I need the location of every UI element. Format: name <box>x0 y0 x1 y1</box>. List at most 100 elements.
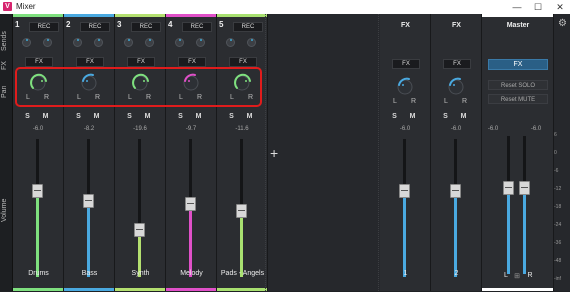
send-knob-icon[interactable] <box>196 38 205 47</box>
send-knob-icon[interactable] <box>94 38 103 47</box>
scale-tick-label: -12 <box>554 186 562 192</box>
mute-button[interactable]: M <box>245 112 254 121</box>
solo-button[interactable]: S <box>176 112 185 121</box>
scale-tick-label: -6 <box>554 168 559 174</box>
add-channel-button[interactable]: + <box>270 145 278 161</box>
maximize-button[interactable]: ☐ <box>531 1 545 13</box>
mute-button[interactable]: M <box>459 112 468 121</box>
master-label-l: L <box>504 272 508 279</box>
master-fader-track-l[interactable] <box>507 136 510 274</box>
fader-track[interactable] <box>454 139 457 277</box>
pan-right-label: R <box>462 98 468 105</box>
solo-button[interactable]: S <box>23 112 32 121</box>
mixer-panel: Sends FX Pan Volume 1 REC FX L R S M -6.0 Drums 2… <box>0 14 570 291</box>
send-knob-icon[interactable] <box>43 38 52 47</box>
close-button[interactable]: ✕ <box>553 1 567 13</box>
minimize-button[interactable]: — <box>510 1 524 13</box>
volume-fader[interactable] <box>83 194 94 208</box>
solo-button[interactable]: S <box>441 112 450 121</box>
channel-name[interactable]: Bass <box>64 270 115 277</box>
level-fill <box>36 191 39 277</box>
solo-button[interactable]: S <box>390 112 399 121</box>
channel-number: 4 <box>168 20 173 29</box>
reset-solo-button[interactable]: Reset SOLO <box>488 80 548 90</box>
pan-knob-icon[interactable] <box>445 76 467 98</box>
solo-button[interactable]: S <box>125 112 134 121</box>
solo-button[interactable]: S <box>227 112 236 121</box>
channel-name[interactable]: Melody <box>166 270 217 277</box>
fader-track[interactable] <box>138 139 141 277</box>
sends-label: Sends <box>1 31 8 51</box>
record-button[interactable]: REC <box>29 22 59 32</box>
scale-tick-label: -18 <box>554 204 562 210</box>
master-fader-track-r[interactable] <box>523 136 526 274</box>
level-fill <box>403 191 406 277</box>
volume-fader[interactable] <box>450 184 461 198</box>
volume-readout: -6.0 <box>450 126 462 132</box>
pan-left-label: L <box>393 98 397 105</box>
master-level-fill-l <box>507 188 510 274</box>
record-button[interactable]: REC <box>182 22 212 32</box>
channel-name[interactable]: Synth <box>115 270 166 277</box>
fx-channel-strip: FX FX L R S M -6.0 1 <box>380 14 431 291</box>
channel-color-bar <box>13 14 63 17</box>
volume-readout: -8.2 <box>83 126 95 132</box>
send-knob-icon[interactable] <box>124 38 133 47</box>
fx-button[interactable]: FX <box>392 59 420 69</box>
record-button[interactable]: REC <box>131 22 161 32</box>
fx-button[interactable]: FX <box>127 57 155 67</box>
master-fx-button[interactable]: FX <box>488 59 548 70</box>
reset-mute-button[interactable]: Reset MUTE <box>488 94 548 104</box>
channel-name[interactable]: Pads - Angels <box>217 270 268 277</box>
level-fill <box>87 201 90 277</box>
settings-gear-icon[interactable]: ⚙ <box>558 18 567 29</box>
volume-readout: -6.0 <box>32 126 44 132</box>
send-knob-icon[interactable] <box>175 38 184 47</box>
fader-track[interactable] <box>403 139 406 277</box>
volume-fader[interactable] <box>399 184 410 198</box>
pan-knob-icon[interactable] <box>394 76 416 98</box>
mute-button[interactable]: M <box>41 112 50 121</box>
fader-track[interactable] <box>36 139 39 277</box>
master-fader-l[interactable] <box>503 181 514 195</box>
mute-button[interactable]: M <box>92 112 101 121</box>
record-button[interactable]: REC <box>80 22 110 32</box>
send-knob-icon[interactable] <box>73 38 82 47</box>
channel-color-bar <box>115 14 165 17</box>
fader-track[interactable] <box>87 139 90 277</box>
solo-button[interactable]: S <box>74 112 83 121</box>
mute-button[interactable]: M <box>143 112 152 121</box>
app-logo-icon: V <box>3 2 12 11</box>
channel-strip: 5 REC FX L R S M -11.6 Pads - Angels <box>217 14 268 291</box>
title-bar: V Mixer — ☐ ✕ <box>0 0 570 14</box>
volume-fader[interactable] <box>236 204 247 218</box>
record-button[interactable]: REC <box>233 22 263 32</box>
master-fader-r[interactable] <box>519 181 530 195</box>
master-volume-l: -6.0 <box>487 126 499 132</box>
volume-readout: -19.6 <box>133 126 147 132</box>
fx-button[interactable]: FX <box>443 59 471 69</box>
scale-tick-label: -36 <box>554 240 562 246</box>
link-icon[interactable]: ⊞ <box>513 272 521 280</box>
channel-strip: 1 REC FX L R S M -6.0 Drums <box>13 14 64 291</box>
volume-fader[interactable] <box>134 223 145 237</box>
fx-button[interactable]: FX <box>76 57 104 67</box>
send-knob-icon[interactable] <box>226 38 235 47</box>
volume-fader[interactable] <box>32 184 43 198</box>
channel-name[interactable]: Drums <box>13 270 64 277</box>
fx-button[interactable]: FX <box>178 57 206 67</box>
fx-button[interactable]: FX <box>25 57 53 67</box>
volume-fader[interactable] <box>185 197 196 211</box>
fx-channel-name: 1 <box>403 270 408 277</box>
send-knob-icon[interactable] <box>145 38 154 47</box>
empty-drop-area[interactable] <box>265 14 379 291</box>
mute-button[interactable]: M <box>194 112 203 121</box>
master-label-r: R <box>527 272 533 279</box>
channel-strip: 4 REC FX L R S M -9.7 Melody <box>166 14 217 291</box>
send-knob-icon[interactable] <box>247 38 256 47</box>
fx-button[interactable]: FX <box>229 57 257 67</box>
fx-channel-title: FX <box>452 22 461 29</box>
scale-tick-label: -48 <box>554 258 562 264</box>
send-knob-icon[interactable] <box>22 38 31 47</box>
mute-button[interactable]: M <box>408 112 417 121</box>
